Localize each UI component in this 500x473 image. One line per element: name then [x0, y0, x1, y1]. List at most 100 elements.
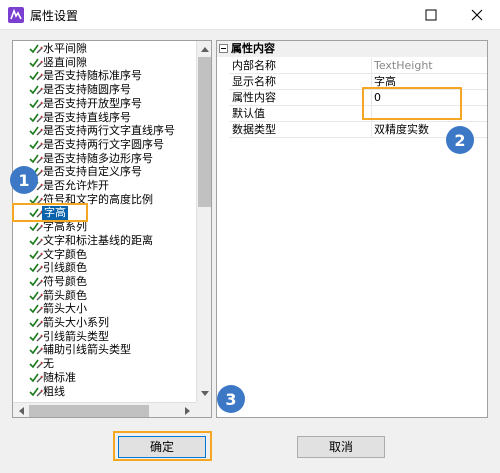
- tree-item[interactable]: 竖直间隙: [13, 56, 196, 70]
- checkmark-pencil-icon: [29, 303, 43, 315]
- tree-item[interactable]: 辅助引线箭头类型: [13, 343, 196, 357]
- tree-item[interactable]: 随标准: [13, 371, 196, 385]
- property-name: 内部名称: [232, 58, 372, 74]
- tree-item-label: 水平间隙: [43, 42, 87, 55]
- step-badge-2: 2: [446, 126, 474, 154]
- maximize-button[interactable]: [408, 0, 454, 30]
- checkmark-pencil-icon: [29, 358, 43, 370]
- tree-item[interactable]: 粗线: [13, 385, 196, 399]
- checkmark-pencil-icon: [29, 249, 43, 261]
- checkmark-pencil-icon: [29, 125, 43, 137]
- scroll-left-arrow-icon[interactable]: [13, 403, 29, 417]
- title-bar: 属性设置: [0, 0, 500, 30]
- tree-item-label: 是否支持随标准序号: [43, 69, 142, 83]
- checkmark-pencil-icon: [29, 290, 43, 302]
- app-icon: [8, 7, 24, 23]
- close-button[interactable]: [454, 0, 500, 30]
- vertical-scroll-thumb[interactable]: [198, 57, 211, 207]
- close-icon: [471, 9, 483, 21]
- tree-item-label: 字高系列: [43, 220, 87, 234]
- tree-item-label: 箭头大小系列: [43, 316, 109, 329]
- checkmark-pencil-icon: [29, 57, 43, 69]
- tree-item-label: 粗线: [43, 384, 65, 398]
- highlight-property-value: [362, 87, 462, 120]
- checkmark-pencil-icon: [29, 43, 43, 55]
- tree-item-label: 文字和标注基线的距离: [43, 233, 153, 247]
- tree-item-label: 是否支持两行文字圆序号: [43, 137, 164, 151]
- tree-item[interactable]: 是否允许炸开: [13, 179, 196, 193]
- tree-item[interactable]: 无: [13, 357, 196, 371]
- tree-item-label: 是否支持自定义序号: [43, 165, 142, 179]
- property-name: 属性内容: [232, 90, 372, 106]
- scroll-down-arrow-icon[interactable]: [197, 386, 211, 402]
- tree-item[interactable]: 是否支持自定义序号: [13, 165, 196, 179]
- tree-item-label: 是否支持直线序号: [43, 110, 131, 124]
- tree-item[interactable]: 是否支持两行文字直线序号: [13, 124, 196, 138]
- scroll-up-arrow-icon[interactable]: [197, 41, 211, 57]
- tree-item-label: 是否支持随圆序号: [43, 83, 131, 97]
- highlight-selected-item: [12, 203, 88, 222]
- scroll-right-arrow-icon[interactable]: [180, 403, 196, 417]
- tree-item-label: 是否支持两行文字直线序号: [43, 124, 175, 138]
- tree-item[interactable]: 水平间隙: [13, 42, 196, 56]
- checkmark-pencil-icon: [29, 344, 43, 356]
- checkmark-pencil-icon: [29, 84, 43, 96]
- tree-item[interactable]: 是否支持随多边形序号: [13, 152, 196, 166]
- tree-item-label: 竖直间隙: [43, 55, 87, 69]
- checkmark-pencil-icon: [29, 276, 43, 288]
- step-badge-3: 3: [217, 385, 245, 413]
- ok-button[interactable]: 确定: [118, 436, 206, 458]
- maximize-icon: [425, 9, 437, 21]
- tree-item-label: 随标准: [43, 370, 76, 384]
- tree-item[interactable]: 引线箭头类型: [13, 330, 196, 344]
- checkmark-pencil-icon: [29, 139, 43, 151]
- checkmark-pencil-icon: [29, 70, 43, 82]
- tree-item-label: 引线箭头类型: [43, 329, 109, 343]
- tree-item[interactable]: 字高系列: [13, 220, 196, 234]
- checkmark-pencil-icon: [29, 235, 43, 247]
- property-value[interactable]: TextHeight: [374, 58, 433, 74]
- tree-item-label: 引线颜色: [43, 261, 87, 275]
- tree-horizontal-scrollbar[interactable]: [13, 402, 196, 417]
- window-title: 属性设置: [30, 9, 79, 23]
- checkmark-pencil-icon: [29, 262, 43, 274]
- property-value[interactable]: 双精度实数: [374, 122, 429, 138]
- step-badge-1: 1: [10, 166, 38, 194]
- checkmark-pencil-icon: [29, 386, 43, 398]
- category-label: 属性内容: [231, 42, 275, 55]
- checkmark-pencil-icon: [29, 153, 43, 165]
- tree-item-label: 是否支持随多边形序号: [43, 151, 153, 165]
- checkmark-pencil-icon: [29, 372, 43, 384]
- tree-item[interactable]: 箭头大小系列: [13, 316, 196, 330]
- checkmark-pencil-icon: [29, 112, 43, 124]
- property-name: 显示名称: [232, 74, 372, 90]
- tree-item[interactable]: 是否支持直线序号: [13, 111, 196, 125]
- tree-item-label: 辅助引线箭头类型: [43, 343, 131, 357]
- checkmark-pencil-icon: [29, 98, 43, 110]
- property-row[interactable]: 内部名称 TextHeight: [229, 58, 487, 74]
- cancel-button[interactable]: 取消: [297, 436, 385, 458]
- tree-item[interactable]: 箭头大小: [13, 302, 196, 316]
- tree-item[interactable]: 文字颜色: [13, 248, 196, 262]
- tree-item-label: 无: [43, 357, 54, 371]
- tree-item-label: 箭头大小: [43, 302, 87, 316]
- property-name: 数据类型: [232, 122, 372, 138]
- tree-item[interactable]: 符号颜色: [13, 275, 196, 289]
- property-name: 默认值: [232, 106, 372, 122]
- tree-item[interactable]: 是否支持随标准序号: [13, 69, 196, 83]
- tree-item-label: 是否支持开放型序号: [43, 96, 142, 110]
- checkmark-pencil-icon: [29, 331, 43, 343]
- tree-vertical-scrollbar[interactable]: [196, 41, 211, 402]
- property-category-row[interactable]: 属性内容: [217, 41, 487, 57]
- tree-item-label: 符号颜色: [43, 274, 87, 288]
- tree-item[interactable]: 引线颜色: [13, 261, 196, 275]
- attribute-tree-panel: 水平间隙 竖直间隙 是否支持随标准序号 是否支持随圆序号 是否支持开放型序号 是否支持直线…: [12, 40, 212, 418]
- tree-item[interactable]: 箭头颜色: [13, 289, 196, 303]
- tree-item[interactable]: 是否支持开放型序号: [13, 97, 196, 111]
- collapse-toggle-icon[interactable]: [219, 44, 228, 53]
- tree-item[interactable]: 是否支持两行文字圆序号: [13, 138, 196, 152]
- tree-item[interactable]: 是否支持随圆序号: [13, 83, 196, 97]
- horizontal-scroll-thumb[interactable]: [29, 405, 149, 417]
- tree-item[interactable]: 文字和标注基线的距离: [13, 234, 196, 248]
- checkmark-pencil-icon: [29, 221, 43, 233]
